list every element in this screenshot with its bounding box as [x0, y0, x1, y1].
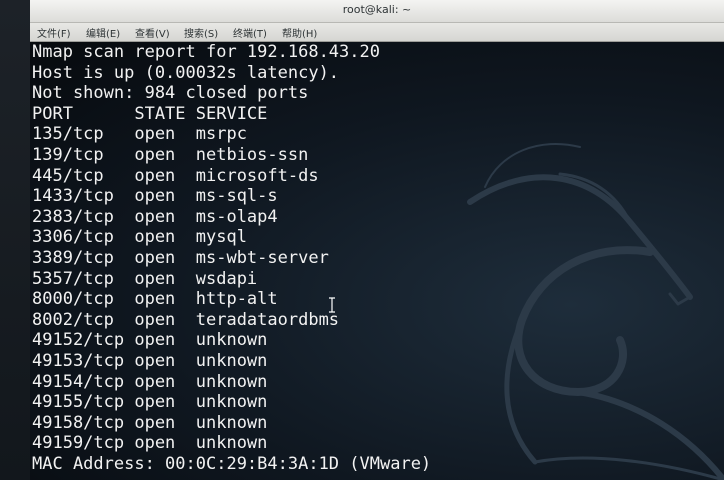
- menu-file[interactable]: 文件(F): [37, 25, 71, 40]
- terminal-output: Nmap scan report for 192.168.43.20 Host i…: [32, 42, 431, 474]
- terminal-line: 3306/tcp open mysql: [32, 227, 247, 248]
- terminal-line: 49153/tcp open unknown: [32, 350, 268, 371]
- desktop-background-strip: [0, 0, 30, 480]
- menu-view[interactable]: 查看(V): [135, 25, 170, 40]
- menu-bar: 文件(F) 编辑(E) 查看(V) 搜索(S) 终端(T) 帮助(H): [30, 23, 724, 42]
- terminal-line: Not shown: 984 closed ports: [32, 83, 309, 104]
- terminal-line: Host is up (0.00032s latency).: [32, 62, 340, 83]
- menu-edit[interactable]: 编辑(E): [86, 25, 120, 40]
- terminal-line: 135/tcp open msrpc: [32, 124, 247, 145]
- terminal-line: 49159/tcp open unknown: [32, 433, 268, 454]
- text-cursor-icon: [329, 297, 335, 313]
- terminal-line: MAC Address: 00:0C:29:B4:3A:1D (VMware): [32, 453, 432, 474]
- terminal-area[interactable]: Nmap scan report for 192.168.43.20 Host i…: [30, 42, 724, 480]
- terminal-line: 2383/tcp open ms-olap4: [32, 206, 278, 227]
- window-title: root@kali: ~: [342, 3, 412, 16]
- terminal-line: 49154/tcp open unknown: [32, 371, 268, 392]
- menu-help[interactable]: 帮助(H): [282, 25, 317, 40]
- terminal-line: Nmap scan report for 192.168.43.20: [32, 42, 380, 62]
- terminal-line: 5357/tcp open wsdapi: [32, 268, 258, 289]
- terminal-line: 3389/tcp open ms-wbt-server: [32, 247, 329, 268]
- terminal-line: 49155/tcp open unknown: [32, 392, 268, 413]
- terminal-window[interactable]: root@kali: ~ 文件(F) 编辑(E) 查看(V) 搜索(S) 终端(…: [30, 0, 724, 480]
- terminal-line: 8000/tcp open http-alt: [32, 289, 278, 310]
- terminal-line: 49158/tcp open unknown: [32, 412, 268, 433]
- menu-terminal[interactable]: 终端(T): [233, 25, 267, 40]
- terminal-line: 1433/tcp open ms-sql-s: [32, 186, 278, 207]
- menu-search[interactable]: 搜索(S): [184, 25, 218, 40]
- terminal-line: 49152/tcp open unknown: [32, 330, 268, 351]
- terminal-line: 139/tcp open netbios-ssn: [32, 144, 309, 165]
- terminal-line: 8002/tcp open teradataordbms: [32, 309, 340, 330]
- window-titlebar[interactable]: root@kali: ~: [30, 0, 724, 23]
- terminal-line: 445/tcp open microsoft-ds: [32, 165, 319, 186]
- terminal-line: PORT STATE SERVICE: [32, 103, 268, 124]
- desktop: root@kali: ~ 文件(F) 编辑(E) 查看(V) 搜索(S) 终端(…: [0, 0, 724, 480]
